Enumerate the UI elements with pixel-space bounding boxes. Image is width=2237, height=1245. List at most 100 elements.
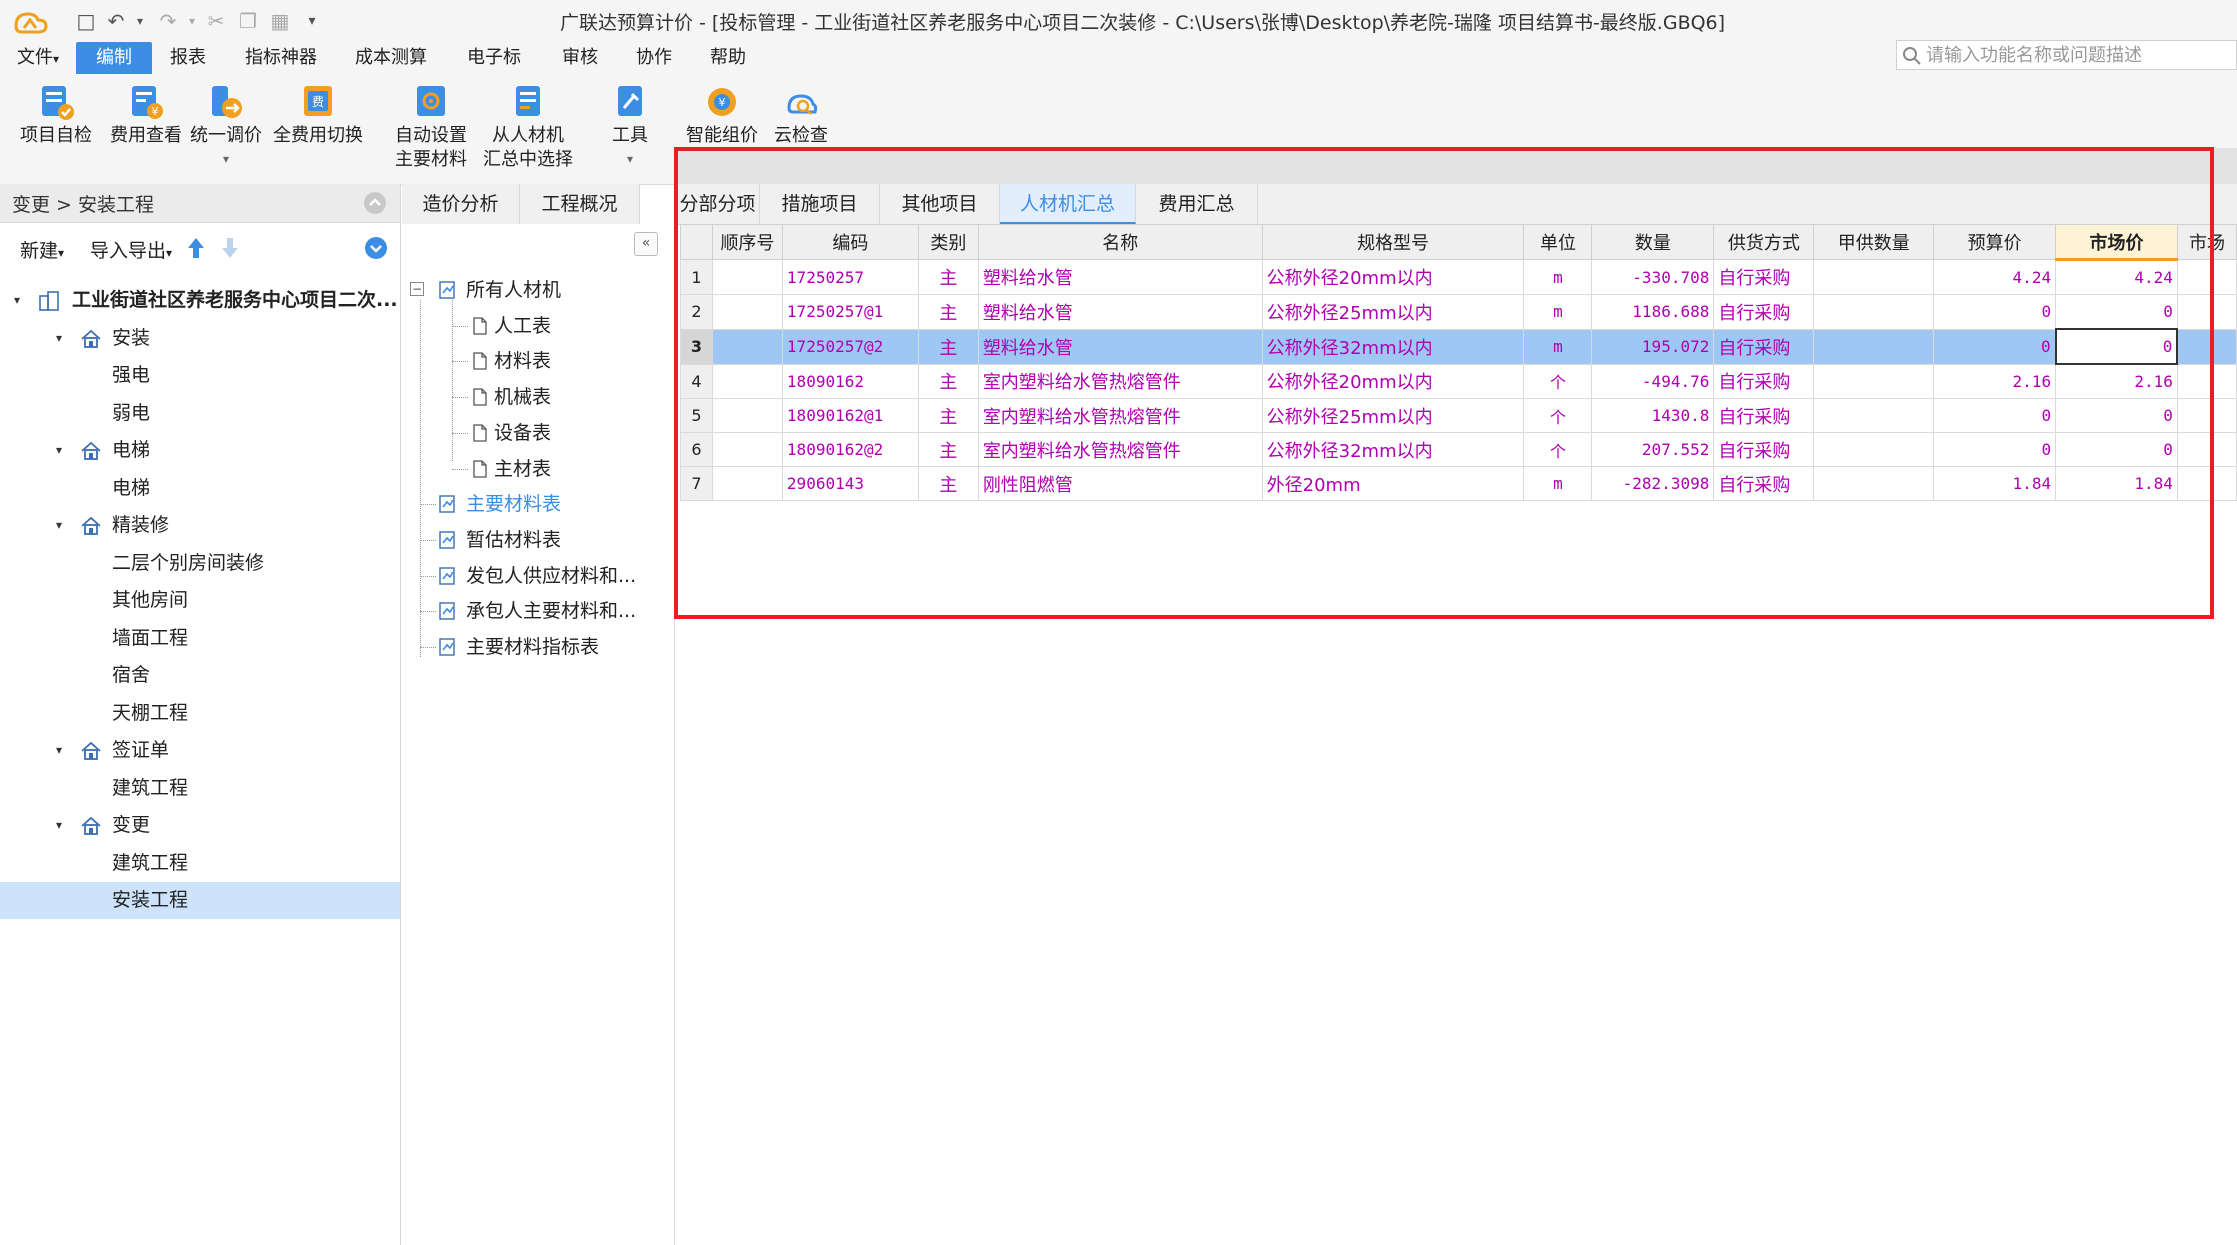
cell-cat[interactable]: 主 [917,328,979,365]
tree-item[interactable]: ▾ 签证单 [0,732,400,769]
cell-seq[interactable] [711,432,783,467]
column-header[interactable]: 数量 [1591,224,1715,260]
cell-market[interactable]: 0 [2055,432,2178,467]
table-row[interactable]: 1 17250257 主塑料给水管 公称外径20mm以内 m -330.708 自行采购 4.… [680,259,2237,295]
tree-item[interactable]: 弱电 [0,395,400,432]
row-number[interactable]: 6 [680,432,713,467]
tab-other-items[interactable]: 其他项目 [880,184,1000,224]
row-number[interactable]: 1 [680,259,713,295]
tree-item[interactable]: 安装工程 [0,882,400,919]
category-item[interactable]: 主材表 [402,451,674,487]
tab-project-overview[interactable]: 工程概况 [520,184,640,224]
menu-file[interactable]: 文件▾ [8,42,68,74]
move-up-arrow-icon[interactable] [186,236,206,260]
table-row[interactable]: 3 17250257@2 主塑料给水管 公称外径32mm以内 m 195.072 自行采购 0… [680,328,2237,365]
category-item[interactable]: 主要材料指标表 [402,629,674,665]
cell-spec[interactable]: 公称外径25mm以内 [1261,398,1525,433]
cell-extra[interactable] [2176,432,2237,467]
cell-owner-qty[interactable] [1813,294,1935,330]
cell-code[interactable]: 17250257@2 [781,328,919,365]
cell-code[interactable]: 18090162 [781,363,919,399]
cell-owner-qty[interactable] [1813,363,1935,399]
cell-seq[interactable] [711,398,783,433]
tab-measures[interactable]: 措施项目 [760,184,880,224]
expand-arrow-icon[interactable]: ▾ [56,507,70,544]
cell-extra[interactable] [2176,398,2237,433]
cell-supply[interactable]: 自行采购 [1713,294,1815,330]
cell-code[interactable]: 18090162@1 [781,398,919,433]
cell-name[interactable]: 塑料给水管 [977,259,1263,295]
full-cost-switch-button[interactable]: 费 全费用切换 [270,80,366,180]
cell-qty[interactable]: -330.708 [1591,259,1715,295]
table-row[interactable]: 5 18090162@1 主室内塑料给水管热熔管件 公称外径25mm以内个 1430.8… [680,398,2237,433]
cell-name[interactable]: 室内塑料给水管热熔管件 [977,432,1263,467]
column-header[interactable]: 市场价 [2055,224,2178,261]
cell-budget[interactable]: 1.84 [1933,466,2057,501]
cell-extra[interactable] [2176,294,2237,330]
column-header[interactable]: 甲供数量 [1813,224,1935,260]
import-export-button[interactable]: 导入导出▾ [90,236,172,263]
tools-button[interactable]: 工具 ▾ [600,80,660,180]
cell-market[interactable]: 0 [2055,294,2178,330]
cell-qty[interactable]: -282.3098 [1591,466,1715,501]
save-icon[interactable]: □ [74,9,98,33]
column-header[interactable]: 预算价 [1933,224,2057,260]
cell-market[interactable]: 1.84 [2055,466,2178,501]
tree-item[interactable]: ▾ 安装 [0,320,400,357]
column-header[interactable]: 类别 [917,224,979,260]
category-item[interactable]: − 所有人材机 [402,272,674,308]
cell-budget[interactable]: 4.24 [1933,259,2057,295]
category-item[interactable]: 机械表 [402,379,674,415]
cell-market[interactable]: 2.16 [2055,363,2178,399]
column-header[interactable]: 名称 [977,224,1263,260]
undo-dropdown-icon[interactable]: ▾ [128,9,152,33]
cell-name[interactable]: 塑料给水管 [977,328,1263,365]
collapse-box-icon[interactable]: − [410,282,424,296]
tree-item[interactable]: 墙面工程 [0,620,400,657]
move-down-arrow-icon[interactable] [220,236,240,260]
tab-labor-material-summary[interactable]: 人材机汇总 [1000,184,1136,224]
cell-extra[interactable] [2176,328,2237,365]
cell-name[interactable]: 塑料给水管 [977,294,1263,330]
customize-toolbar-icon[interactable]: ▾ [300,9,324,33]
cell-unit[interactable]: m [1523,294,1593,330]
collapse-left-icon[interactable]: « [634,232,658,256]
column-header[interactable] [680,224,713,260]
cell-supply[interactable]: 自行采购 [1713,398,1815,433]
cell-spec[interactable]: 外径20mm [1261,466,1525,501]
menu-help[interactable]: 帮助 [700,42,756,74]
cell-supply[interactable]: 自行采购 [1713,328,1815,365]
cell-name[interactable]: 室内塑料给水管热熔管件 [977,398,1263,433]
cell-owner-qty[interactable] [1813,398,1935,433]
cell-cat[interactable]: 主 [917,259,979,295]
cell-cat[interactable]: 主 [917,432,979,467]
fee-view-button[interactable]: ¥ 费用查看 [104,80,188,180]
menu-e-bid[interactable]: 电子标 [456,42,532,74]
project-self-check-button[interactable]: 项目自检 [14,80,98,180]
redo-icon[interactable]: ↷ [156,9,180,33]
collapse-up-icon[interactable] [362,190,388,216]
cell-code[interactable]: 29060143 [781,466,919,501]
cell-extra[interactable] [2176,363,2237,399]
category-item[interactable]: 设备表 [402,415,674,451]
undo-icon[interactable]: ↶ [104,9,128,33]
row-number[interactable]: 3 [680,328,713,365]
cut-icon[interactable]: ✂ [204,9,228,33]
table-row[interactable]: 4 18090162 主室内塑料给水管热熔管件 公称外径20mm以内个 -494.76 自… [680,363,2237,399]
cell-budget[interactable]: 0 [1933,432,2057,467]
category-item[interactable]: 人工表 [402,308,674,344]
tree-item[interactable]: ▾ 工业街道社区养老服务中心项目二次... [0,282,400,319]
column-header[interactable]: 编码 [781,224,919,260]
category-item[interactable]: 主要材料表 [402,486,674,522]
cell-unit[interactable]: m [1523,328,1593,365]
cell-spec[interactable]: 公称外径20mm以内 [1261,259,1525,295]
cell-owner-qty[interactable] [1813,259,1935,295]
cell-market[interactable]: 4.24 [2055,259,2178,295]
select-from-labor-material-summary-button[interactable]: 从人材机 汇总中选择 [480,80,576,180]
cell-name[interactable]: 室内塑料给水管热熔管件 [977,363,1263,399]
cell-qty[interactable]: 195.072 [1591,328,1715,365]
cell-qty[interactable]: 207.552 [1591,432,1715,467]
tree-item[interactable]: 二层个别房间装修 [0,545,400,582]
row-number[interactable]: 7 [680,466,713,501]
column-header[interactable]: 单位 [1523,224,1593,260]
